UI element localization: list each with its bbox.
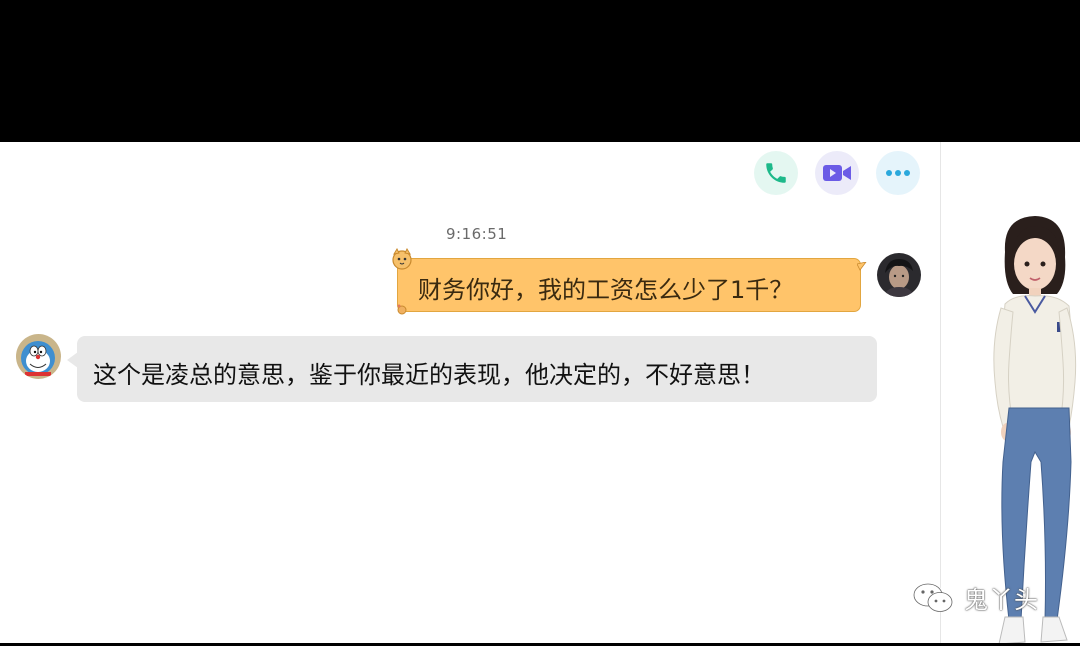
bubble-paw-decoration-icon [397, 304, 407, 315]
video-call-button[interactable] [815, 151, 859, 195]
top-black-bar [0, 0, 1080, 142]
man-avatar-icon [877, 253, 921, 297]
more-options-button[interactable] [876, 151, 920, 195]
doraemon-avatar-icon [16, 334, 61, 379]
phone-icon [766, 163, 786, 183]
video-camera-icon [823, 165, 851, 181]
bubble-tail-decoration-icon [857, 262, 867, 271]
watermark-text: 鬼丫头 [964, 586, 1039, 614]
bubble-cat-decoration-icon [392, 248, 412, 270]
wechat-icon [912, 582, 953, 612]
watermark: 鬼丫头 [912, 580, 1039, 615]
message-timestamp: 9:16:51 [446, 225, 508, 243]
contact-message-text: 这个是凌总的意思，鉴于你最近的表现，他决定的，不好意思！ [93, 361, 765, 389]
voice-call-button[interactable] [754, 151, 798, 195]
contact-avatar[interactable] [16, 334, 61, 379]
my-message-text: 财务你好，我的工资怎么少了1千？ [418, 276, 794, 304]
more-dots-icon [886, 170, 910, 176]
my-avatar[interactable] [877, 253, 921, 297]
